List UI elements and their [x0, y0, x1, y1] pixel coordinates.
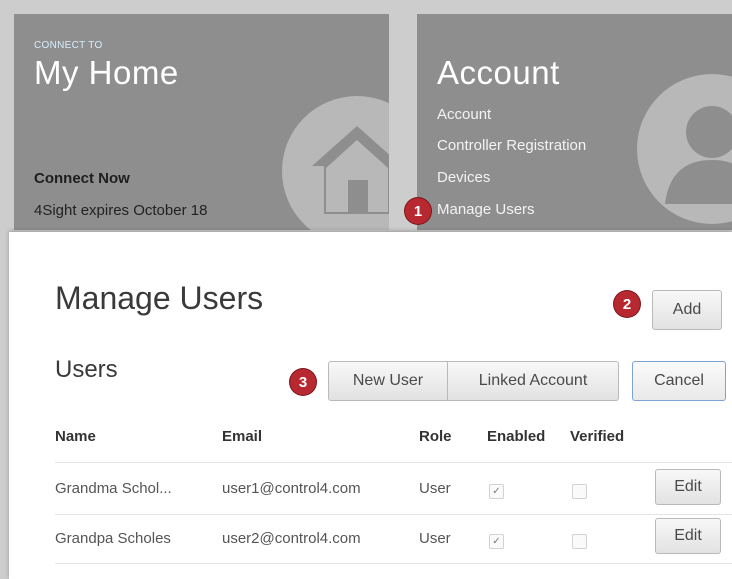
- account-title: Account: [437, 54, 560, 91]
- callout-badge-1: 1: [405, 198, 431, 224]
- verified-checkbox[interactable]: [572, 484, 587, 499]
- enabled-checkbox[interactable]: ✓: [489, 484, 504, 499]
- my-home-tile[interactable]: CONNECT TO My Home Connect Now 4Sight ex…: [14, 14, 389, 230]
- my-home-title: My Home: [34, 54, 179, 91]
- callout-badge-2: 2: [614, 291, 640, 317]
- person-icon: [637, 74, 732, 224]
- new-user-button[interactable]: New User: [328, 361, 448, 401]
- column-header-name: Name: [55, 428, 96, 445]
- linked-account-button[interactable]: Linked Account: [447, 361, 619, 401]
- column-header-email: Email: [222, 428, 263, 445]
- page-title: Manage Users: [55, 280, 264, 316]
- cancel-button[interactable]: Cancel: [632, 361, 726, 401]
- connect-now-link[interactable]: Connect Now: [34, 170, 130, 187]
- house-icon: [282, 96, 389, 230]
- edit-user-button[interactable]: Edit: [655, 469, 721, 505]
- user-name-cell: Grandma Schol...: [55, 480, 172, 497]
- user-role-cell: User: [419, 530, 451, 547]
- connect-to-label: CONNECT TO: [34, 40, 103, 51]
- column-header-role: Role: [419, 428, 452, 445]
- user-role-cell: User: [419, 480, 451, 497]
- column-header-enabled: Enabled: [487, 428, 546, 445]
- table-divider: [55, 563, 732, 564]
- callout-badge-3: 3: [290, 369, 316, 395]
- house-icon-graphic: [312, 126, 389, 214]
- user-email-cell: user1@control4.com: [222, 480, 361, 497]
- user-email-cell: user2@control4.com: [222, 530, 361, 547]
- table-divider: [55, 462, 732, 463]
- person-icon-graphic: [665, 106, 732, 204]
- devices-link[interactable]: Devices: [437, 169, 490, 186]
- controller-registration-link[interactable]: Controller Registration: [437, 137, 586, 154]
- add-button[interactable]: Add: [652, 290, 722, 330]
- table-divider: [55, 514, 732, 515]
- manage-users-link[interactable]: Manage Users: [437, 201, 535, 218]
- account-tile[interactable]: Account Account Controller Registration …: [417, 14, 732, 230]
- user-name-cell: Grandpa Scholes: [55, 530, 171, 547]
- users-section-title: Users: [55, 356, 118, 383]
- enabled-checkbox[interactable]: ✓: [489, 534, 504, 549]
- account-link[interactable]: Account: [437, 106, 491, 123]
- verified-checkbox[interactable]: [572, 534, 587, 549]
- edit-user-button[interactable]: Edit: [655, 518, 721, 554]
- 4sight-expiry-status: 4Sight expires October 18: [34, 202, 208, 219]
- manage-users-panel: Manage Users 2 Add Users 3 New User Link…: [9, 232, 732, 579]
- column-header-verified: Verified: [570, 428, 625, 445]
